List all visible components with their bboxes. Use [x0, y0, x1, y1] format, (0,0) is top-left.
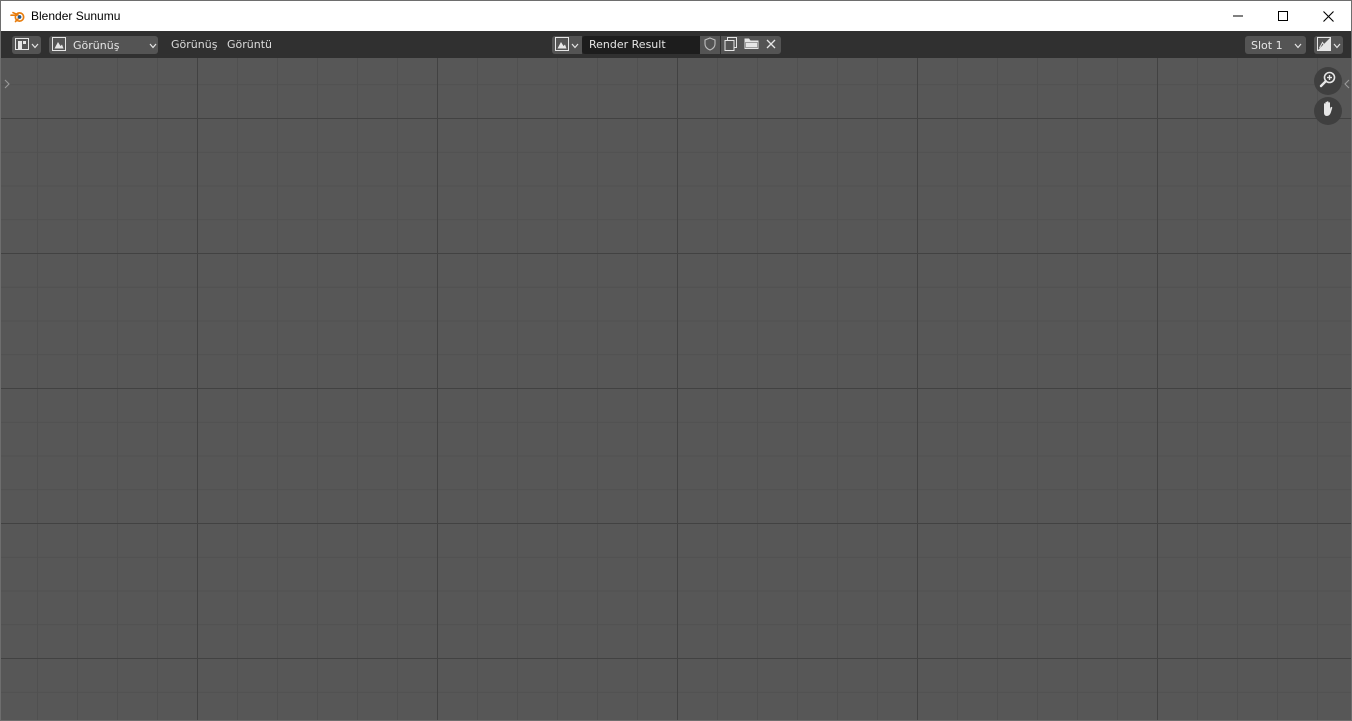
open-image-folder-icon	[744, 37, 759, 53]
fake-user-button[interactable]	[700, 36, 720, 54]
close-button[interactable]	[1305, 1, 1351, 31]
sidebar-expand-arrow-icon[interactable]	[1343, 75, 1351, 89]
window-title: Blender Sunumu	[31, 9, 121, 23]
minimize-icon	[1233, 11, 1243, 21]
view-mode-dropdown[interactable]: Görünüş	[49, 36, 158, 54]
open-image-button[interactable]	[741, 36, 761, 54]
menu-view[interactable]: Görünüş	[171, 36, 217, 54]
toolbar-expand-arrow-icon[interactable]	[3, 75, 11, 89]
image-canvas[interactable]	[1, 58, 1351, 720]
minimize-button[interactable]	[1215, 1, 1261, 31]
close-icon	[1322, 10, 1334, 22]
chevron-down-icon	[571, 39, 579, 52]
image-name-field[interactable]: Render Result	[582, 36, 700, 54]
image-editor-header: Görünüş Görünüş Görüntü Render Result Sl…	[1, 31, 1351, 58]
maximize-icon	[1278, 11, 1288, 21]
zoom-button[interactable]	[1314, 67, 1342, 95]
blender-render-window: Blender Sunumu Görünüş Görünüş Görüntü R…	[0, 0, 1352, 721]
chevron-down-icon	[149, 39, 157, 52]
title-bar[interactable]: Blender Sunumu	[1, 1, 1351, 31]
menu-image[interactable]: Görüntü	[227, 36, 272, 54]
display-channels-icon	[1317, 36, 1331, 54]
fake-user-shield-icon	[704, 36, 716, 54]
slot-dropdown[interactable]: Slot 1	[1245, 36, 1306, 54]
slot-label: Slot 1	[1251, 38, 1283, 52]
blender-logo-icon	[10, 8, 26, 24]
maximize-button[interactable]	[1260, 1, 1306, 31]
new-image-icon	[724, 36, 738, 54]
image-browse-icon	[555, 36, 569, 54]
pan-hand-icon	[1319, 100, 1337, 122]
unlink-close-icon	[766, 39, 776, 52]
view-mode-label: Görünüş	[73, 38, 120, 52]
chevron-down-icon	[1333, 39, 1341, 52]
pan-button[interactable]	[1314, 97, 1342, 125]
chevron-down-icon	[31, 39, 39, 52]
new-image-button[interactable]	[721, 36, 741, 54]
zoom-icon	[1319, 70, 1337, 92]
image-editor-icon	[15, 37, 29, 54]
editor-type-selector[interactable]	[12, 36, 41, 54]
image-icon	[52, 36, 66, 54]
unlink-image-button[interactable]	[761, 36, 781, 54]
image-browse-button[interactable]	[552, 36, 582, 54]
display-channels-dropdown[interactable]	[1314, 36, 1343, 54]
image-name-text: Render Result	[589, 38, 666, 51]
chevron-down-icon	[1294, 39, 1302, 52]
